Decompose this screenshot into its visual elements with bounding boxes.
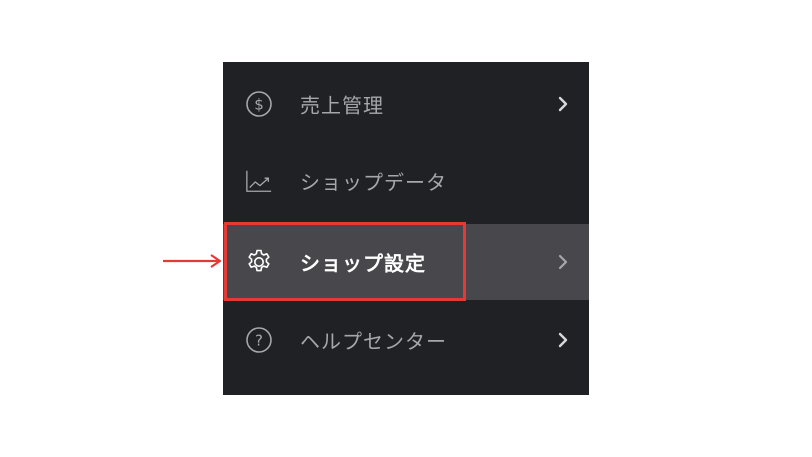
menu-item-label: ショップデータ — [300, 170, 447, 195]
menu-item-shop-data[interactable]: ショップデータ — [223, 143, 589, 219]
question-circle-icon: ? — [245, 326, 273, 354]
menu-item-label: ヘルプセンター — [300, 329, 447, 354]
line-chart-icon — [245, 167, 273, 195]
menu-item-sales-management[interactable]: $ 売上管理 — [223, 66, 589, 142]
dollar-circle-icon: $ — [245, 90, 273, 118]
menu-item-shop-settings[interactable]: ショップ設定 — [223, 224, 589, 300]
svg-text:?: ? — [255, 332, 263, 350]
side-menu: $ 売上管理 ショップデータ ショップ設定 ? ヘルプセンター — [223, 62, 589, 395]
chevron-right-icon — [558, 254, 568, 270]
gear-icon — [245, 248, 273, 276]
chevron-right-icon — [558, 96, 568, 112]
svg-text:$: $ — [254, 96, 264, 114]
menu-item-label: ショップ設定 — [300, 251, 426, 276]
menu-item-help-center[interactable]: ? ヘルプセンター — [223, 302, 589, 378]
menu-item-label: 売上管理 — [300, 93, 384, 118]
arrow-right-icon — [163, 254, 222, 268]
chevron-right-icon — [558, 332, 568, 348]
